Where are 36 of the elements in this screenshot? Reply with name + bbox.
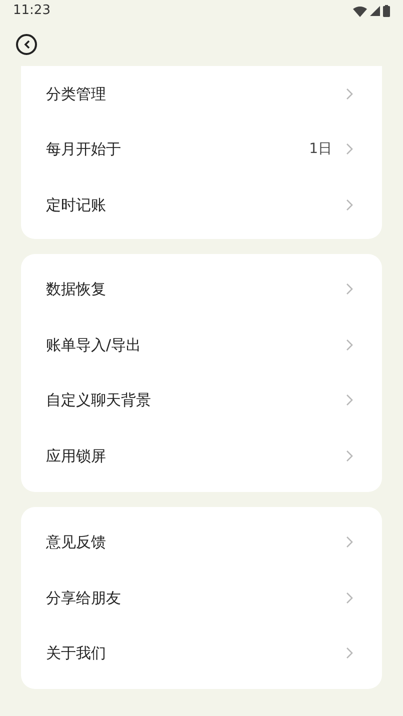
row-label: 数据恢复: [46, 279, 107, 300]
row-label: 定时记账: [46, 194, 107, 216]
row-label: 账单导入/导出: [46, 334, 142, 356]
row-value: 1日: [309, 140, 332, 159]
settings-row[interactable]: 定时记账: [21, 177, 382, 232]
status-time: 11:23: [13, 2, 50, 20]
wifi-icon: [353, 6, 367, 16]
chevron-right-icon: [346, 647, 353, 660]
settings-row[interactable]: 关于我们: [21, 626, 382, 681]
settings-row[interactable]: 分享给朋友: [21, 570, 382, 626]
signal-icon: [370, 6, 380, 16]
row-label: 意见反馈: [46, 532, 107, 553]
row-label: 关于我们: [46, 643, 107, 664]
chevron-right-icon: [346, 592, 353, 604]
row-label: 自定义聊天背景: [46, 390, 152, 411]
chevron-right-icon: [346, 536, 353, 548]
settings-row[interactable]: 数据恢复: [21, 262, 382, 317]
chevron-right-icon: [346, 394, 353, 406]
row-label: 分享给朋友: [46, 588, 122, 608]
chevron-right-icon: [346, 450, 353, 462]
back-button[interactable]: [16, 34, 37, 54]
chevron-right-icon: [346, 198, 353, 211]
settings-row[interactable]: 账单导入/导出: [21, 317, 382, 372]
row-label: 每月开始于: [46, 139, 122, 160]
chevron-right-icon: [346, 283, 353, 296]
chevron-right-icon: [346, 338, 353, 351]
chevron-right-icon: [346, 88, 353, 100]
settings-row[interactable]: 意见反馈: [21, 514, 382, 570]
battery-icon: [383, 5, 390, 17]
row-label: 应用锁屏: [46, 446, 107, 466]
chevron-right-icon: [346, 143, 353, 156]
settings-row[interactable]: 每月开始于 1日: [21, 122, 382, 177]
row-label: 分类管理: [46, 84, 107, 104]
settings-row[interactable]: 分类管理: [21, 66, 382, 122]
settings-row[interactable]: 自定义聊天背景: [21, 372, 382, 428]
settings-row[interactable]: 应用锁屏: [21, 428, 382, 484]
